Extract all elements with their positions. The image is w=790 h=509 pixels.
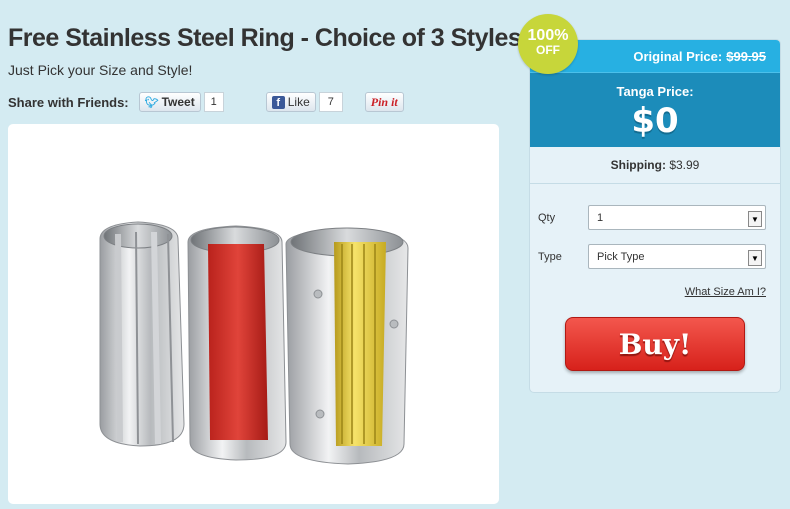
shipping-label: Shipping: [610, 158, 666, 172]
tweet-count: 1 [203, 92, 224, 112]
like-label: Like [287, 95, 310, 109]
tanga-price-box: Tanga Price: $0 [530, 72, 780, 147]
tweet-label: Tweet [161, 95, 195, 109]
original-price-value: $99.95 [726, 48, 766, 64]
share-bar: Share with Friends: 🐦︎ Tweet 1 f Like 7 … [8, 92, 404, 112]
qty-select[interactable]: 1 ▼ [588, 205, 766, 230]
type-label: Type [538, 250, 562, 263]
size-guide-link[interactable]: What Size Am I? [685, 286, 766, 298]
ring-gold-inlay [285, 227, 409, 465]
like-count: 7 [318, 92, 343, 112]
discount-badge: 100% OFF [518, 14, 578, 74]
qty-label: Qty [538, 211, 556, 224]
ring-red-inlay [187, 225, 287, 461]
qty-value: 1 [597, 211, 604, 224]
share-label: Share with Friends: [8, 94, 129, 110]
tanga-price-label: Tanga Price: [616, 84, 694, 99]
chevron-down-icon: ▼ [748, 250, 762, 266]
rings-illustration [99, 221, 409, 465]
pinterest-button[interactable]: Pin it [364, 92, 404, 112]
pin-label: Pin it [370, 94, 398, 109]
chevron-down-icon: ▼ [748, 211, 762, 227]
product-image [8, 124, 499, 504]
discount-off: OFF [536, 43, 560, 57]
facebook-icon: f [271, 95, 285, 109]
tanga-price-value: $0 [631, 101, 679, 141]
purchase-panel: Original Price: $99.95 Tanga Price: $0 S… [529, 39, 781, 393]
discount-percent: 100% [527, 27, 569, 44]
page-title: Free Stainless Steel Ring - Choice of 3 … [8, 24, 522, 52]
qty-row: Qty 1 ▼ [538, 205, 766, 230]
type-row: Type Pick Type ▼ [538, 244, 766, 269]
ring-ribbed [99, 221, 185, 447]
original-price-label: Original Price: [633, 48, 723, 64]
shipping-value: $3.99 [669, 158, 700, 172]
tweet-button[interactable]: 🐦︎ Tweet [138, 92, 201, 112]
shipping-info: Shipping: $3.99 [530, 147, 780, 184]
buy-button[interactable]: Buy! [565, 317, 745, 371]
facebook-like-button[interactable]: f Like [265, 92, 316, 112]
type-select[interactable]: Pick Type ▼ [588, 244, 766, 269]
twitter-bird-icon: 🐦︎ [144, 96, 159, 109]
type-value: Pick Type [597, 250, 645, 263]
page-subtitle: Just Pick your Size and Style! [8, 62, 193, 78]
